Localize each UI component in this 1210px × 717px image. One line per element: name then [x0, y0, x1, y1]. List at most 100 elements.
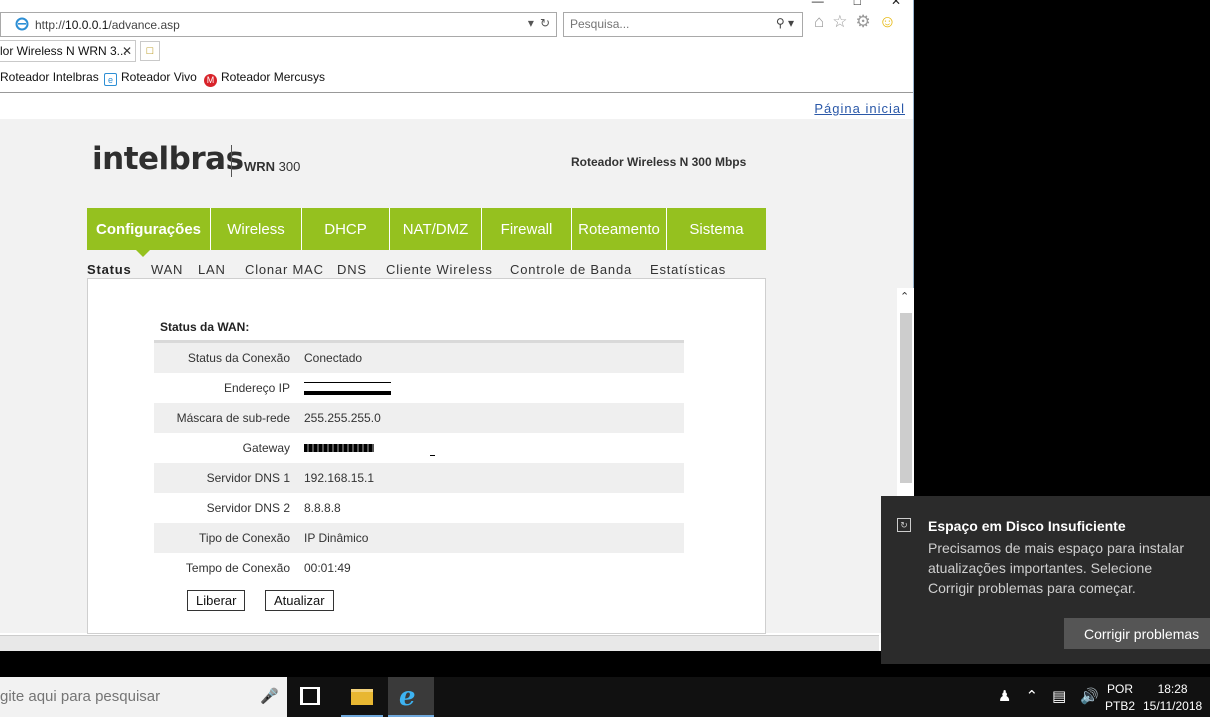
people-icon[interactable]: ♟ [998, 687, 1011, 717]
keyboard-layout: PTB2 [1105, 699, 1136, 713]
taskbar: 🎤 e ♟ ⌃ ▤ 🔊 POR PTB2 18:28 15/11/2018 [0, 677, 1210, 717]
router-page: Página inicial intelbras WRN 300 Roteado… [0, 93, 913, 634]
table-row: Servidor DNS 1 192.168.15.1 [154, 463, 684, 493]
nav-roteamento[interactable]: Roteamento [572, 208, 667, 250]
browser-search-input[interactable] [570, 17, 760, 31]
row-value [304, 381, 684, 396]
folder-shape [351, 689, 373, 705]
scroll-up-icon[interactable]: ⌃ [900, 290, 909, 303]
active-nav-indicator [136, 250, 150, 257]
table-row: Tipo de Conexão IP Dinâmico [154, 523, 684, 553]
subnav-controle-de-banda[interactable]: Controle de Banda [510, 262, 632, 277]
ie-page-icon [15, 17, 29, 36]
subnav-status[interactable]: Status [87, 262, 132, 277]
row-label: Servidor DNS 1 [206, 471, 290, 485]
close-icon[interactable]: ✕ [891, 0, 901, 8]
tab-strip: lor Wireless N WRN 3... ✕ □ [0, 40, 913, 62]
file-explorer-icon[interactable] [339, 677, 385, 717]
row-label: Servidor DNS 2 [206, 501, 290, 515]
row-label: Tempo de Conexão [185, 561, 290, 575]
ie-favicon-icon: e [104, 73, 117, 86]
update-icon: ↻ [897, 518, 911, 532]
subnav-estatisticas[interactable]: Estatísticas [650, 262, 726, 277]
refresh-icon[interactable]: ↻ [540, 16, 550, 30]
subnav-dns[interactable]: DNS [337, 262, 367, 277]
subnav-wan[interactable]: WAN [151, 262, 183, 277]
task-view-icon[interactable] [300, 687, 320, 705]
address-tools: ▾ ↻ [528, 16, 550, 30]
smiley-icon[interactable]: ☺ [879, 12, 896, 32]
volume-icon[interactable]: 🔊 [1080, 687, 1099, 717]
scroll-thumb[interactable] [900, 313, 912, 483]
model-name: WRN 300 [244, 159, 301, 174]
subnav-lan[interactable]: LAN [198, 262, 226, 277]
favorite-intelbras[interactable]: Roteador Intelbras [0, 70, 99, 84]
row-value: 00:01:49 [304, 561, 351, 575]
tab-close-icon[interactable]: ✕ [122, 44, 132, 58]
notification-title: Espaço em Disco Insuficiente [928, 518, 1126, 534]
subnav-cliente-wireless[interactable]: Cliente Wireless [386, 262, 493, 277]
horizontal-scrollbar[interactable] [0, 635, 879, 651]
row-value: 8.8.8.8 [304, 501, 341, 515]
internet-explorer-icon[interactable]: e [388, 677, 434, 717]
nav-configuracoes[interactable]: Configurações [87, 208, 211, 250]
gear-icon[interactable]: ⚙ [856, 12, 871, 32]
row-label: Endereço IP [223, 381, 290, 395]
new-tab-icon[interactable]: □ [140, 41, 160, 61]
address-url[interactable]: http://10.0.0.1/advance.asp [35, 18, 180, 32]
nav-dhcp[interactable]: DHCP [302, 208, 390, 250]
fix-problems-button[interactable]: Corrigir problemas [1064, 618, 1210, 649]
nav-firewall[interactable]: Firewall [482, 208, 572, 250]
tab-router[interactable]: lor Wireless N WRN 3... ✕ [0, 40, 136, 62]
row-label: Gateway [242, 441, 290, 455]
redacted-ip [304, 382, 391, 396]
browser-search-box[interactable]: ⚲ ▾ [563, 12, 803, 37]
subnav-clonar-mac[interactable]: Clonar MAC [245, 262, 324, 277]
maximize-icon[interactable]: □ [854, 0, 861, 8]
top-strip: Página inicial [0, 93, 913, 119]
language-indicator[interactable]: POR PTB2 [1105, 681, 1135, 717]
clock-time: 18:28 [1157, 682, 1188, 696]
row-value: 255.255.255.0 [304, 411, 381, 425]
mercusys-favicon-icon: M [204, 74, 217, 87]
tab-title: lor Wireless N WRN 3... [0, 44, 127, 58]
taskbar-search-input[interactable] [0, 688, 240, 705]
vertical-scrollbar[interactable]: ⌃ [897, 288, 914, 496]
home-link[interactable]: Página inicial [814, 101, 905, 116]
wan-status-panel: Status da WAN: Status da Conexão Conectad… [87, 278, 766, 634]
release-button[interactable]: Liberar [187, 590, 246, 611]
product-name: Roteador Wireless N 300 Mbps [571, 155, 747, 169]
microphone-icon[interactable]: 🎤 [260, 687, 279, 705]
table-row: Status da Conexão Conectado [154, 343, 684, 373]
table-row: Endereço IP [154, 373, 684, 403]
nav-wireless[interactable]: Wireless [211, 208, 302, 250]
star-icon[interactable]: ☆ [832, 12, 847, 32]
favorite-mercusys[interactable]: M Roteador Mercusys [204, 70, 325, 87]
search-icon[interactable]: ⚲ ▾ [776, 16, 794, 30]
toolbar-icons: ⌂ ☆ ⚙ ☺ [814, 12, 896, 32]
table-row: Servidor DNS 2 8.8.8.8 [154, 493, 684, 523]
address-bar[interactable]: http://10.0.0.1/advance.asp ▾ ↻ [0, 12, 557, 37]
section-title: Status da WAN: [160, 320, 250, 334]
chevron-up-icon[interactable]: ⌃ [1025, 687, 1038, 717]
nav-sistema[interactable]: Sistema [667, 208, 766, 250]
row-value: 192.168.15.1 [304, 471, 375, 485]
dropdown-icon[interactable]: ▾ [528, 16, 534, 30]
row-label: Máscara de sub-rede [176, 411, 290, 425]
ie-logo: e [399, 682, 416, 712]
table-row: Tempo de Conexão 00:01:49 [154, 553, 684, 583]
home-icon[interactable]: ⌂ [814, 12, 824, 32]
minimize-icon[interactable]: — [812, 0, 824, 8]
row-label: Status da Conexão [187, 351, 290, 365]
redacted-gateway [304, 444, 374, 453]
intelbras-logo: intelbras [92, 141, 244, 177]
favorite-vivo[interactable]: e Roteador Vivo [104, 70, 197, 86]
clock[interactable]: 18:28 15/11/2018 [1143, 681, 1202, 717]
refresh-button[interactable]: Atualizar [265, 590, 334, 611]
nav-nat-dmz[interactable]: NAT/DMZ [390, 208, 482, 250]
network-icon[interactable]: ▤ [1052, 687, 1066, 717]
router-content: intelbras WRN 300 Roteador Wireless N 30… [0, 119, 913, 634]
clock-date: 15/11/2018 [1143, 699, 1203, 713]
desktop: — □ ✕ http://10.0.0.1/advance.asp ▾ ↻ ⚲ … [0, 0, 1210, 717]
taskbar-search[interactable]: 🎤 [0, 677, 287, 717]
